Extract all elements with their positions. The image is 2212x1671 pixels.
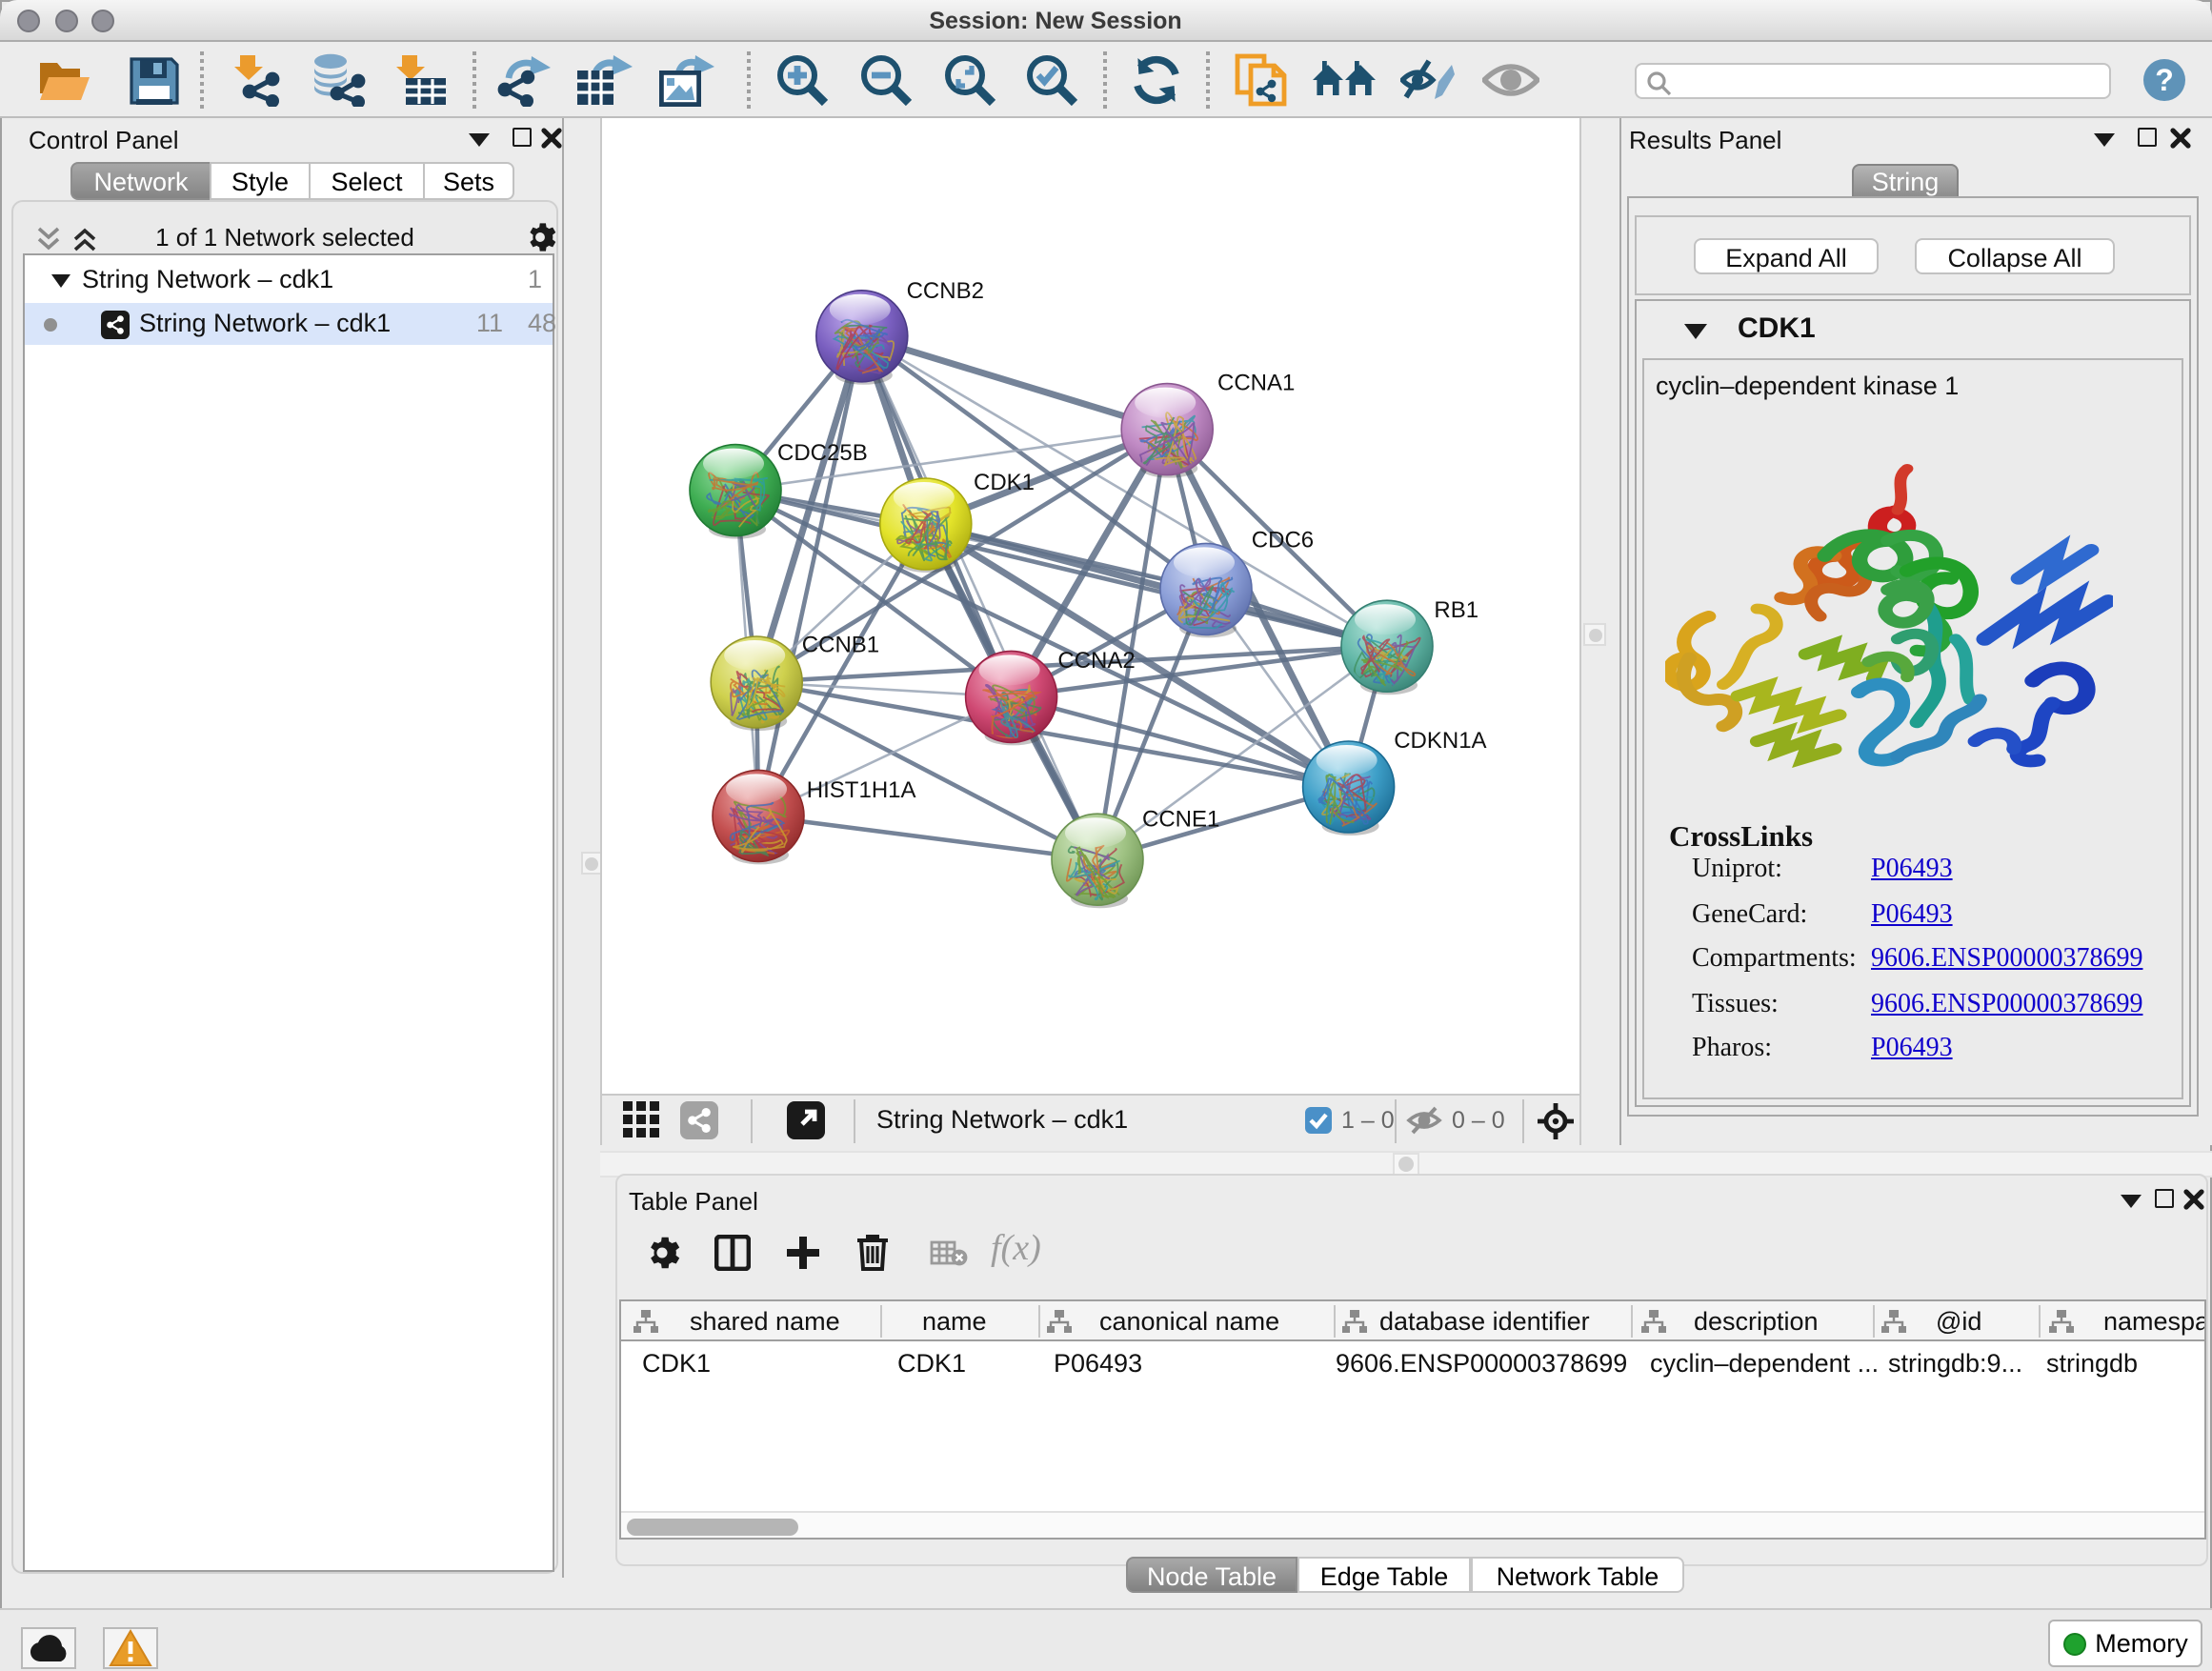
svg-text:CDK1: CDK1 xyxy=(974,470,1035,495)
svg-text:CCNA2: CCNA2 xyxy=(1057,648,1135,674)
svg-text:HIST1H1A: HIST1H1A xyxy=(807,777,916,803)
svg-text:CDC25B: CDC25B xyxy=(777,440,868,466)
svg-text:CCNE1: CCNE1 xyxy=(1142,807,1219,833)
svg-text:CCNB1: CCNB1 xyxy=(802,632,879,657)
svg-text:CDC6: CDC6 xyxy=(1252,527,1314,553)
svg-text:CCNA1: CCNA1 xyxy=(1217,371,1295,396)
svg-text:CCNB2: CCNB2 xyxy=(907,278,984,304)
svg-text:?: ? xyxy=(2155,63,2174,97)
svg-text:CDKN1A: CDKN1A xyxy=(1394,728,1486,754)
svg-text:RB1: RB1 xyxy=(1434,597,1478,623)
